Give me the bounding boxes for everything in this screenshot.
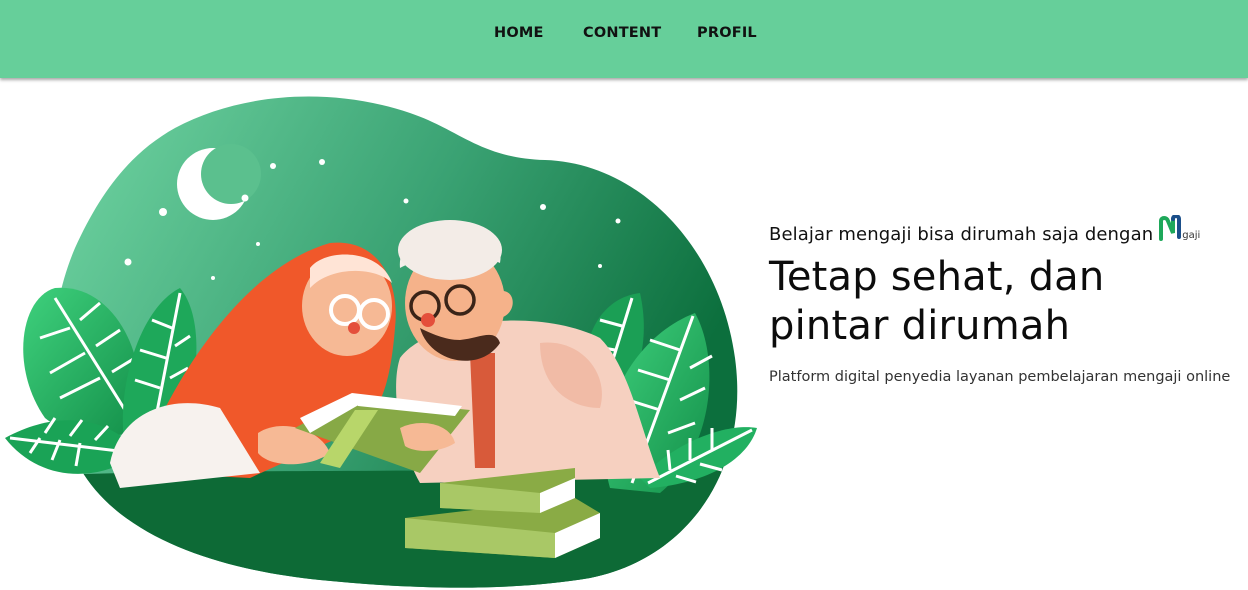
hero-text: Belajar mengaji bisa dirumah saja dengan… — [769, 212, 1248, 385]
hero-description: Platform digital penyedia layanan pembel… — [769, 369, 1231, 385]
ngaji-logo: gaji — [1159, 215, 1200, 241]
nav-home-link[interactable]: HOME — [494, 25, 544, 41]
logo-suffix: gaji — [1182, 230, 1201, 241]
hero-headline: Tetap sehat, dan pintar dirumah — [769, 254, 1105, 349]
nav-profil-link[interactable]: PROFIL — [697, 25, 757, 41]
tagline-row: Belajar mengaji bisa dirumah saja dengan… — [769, 212, 1248, 245]
nav-content-link[interactable]: CONTENT — [583, 25, 661, 41]
top-navbar: HOME CONTENT PROFIL — [0, 0, 1248, 78]
hero-tagline: Belajar mengaji bisa dirumah saja dengan — [769, 224, 1154, 245]
hero-illustration — [5, 96, 757, 588]
ngaji-logo-icon — [1159, 215, 1182, 241]
